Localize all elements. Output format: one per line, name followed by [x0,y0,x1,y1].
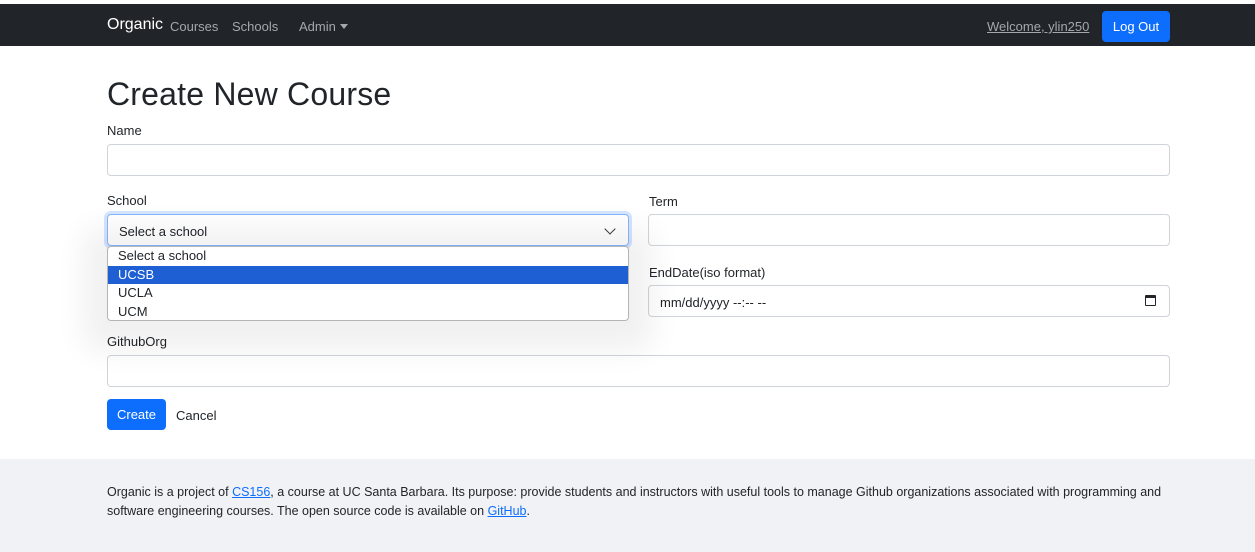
name-label: Name [107,123,142,138]
school-option-highlighted[interactable]: UCSB [108,265,628,284]
create-button[interactable]: Create [107,399,166,430]
nav-dropdown-admin[interactable]: Admin [299,19,348,34]
school-label: School [107,193,147,208]
chevron-down-icon [604,223,616,235]
cs156-link[interactable]: CS156 [232,485,270,499]
githuborg-label: GithubOrg [107,334,167,349]
enddate-placeholder: mm/dd/yyyy --:-- -- [660,295,767,310]
nav-link-courses[interactable]: Courses [170,19,218,34]
nav-admin-label: Admin [299,19,336,34]
term-label: Term [649,194,678,209]
school-option[interactable]: Select a school [108,247,628,266]
footer: Organic is a project of CS156, a course … [0,459,1255,552]
nav-link-schools[interactable]: Schools [232,19,278,34]
brand-link[interactable]: Organic [107,16,163,34]
enddate-input[interactable]: mm/dd/yyyy --:-- -- [648,285,1170,317]
github-link[interactable]: GitHub [488,504,527,518]
caret-down-icon [339,24,348,29]
footer-text: Organic is a project of CS156, a course … [107,483,1167,521]
enddate-label: EndDate(iso format) [649,265,766,280]
school-select[interactable]: Select a school [107,214,629,246]
school-dropdown-list: Select a school UCSB UCLA UCM [107,246,629,321]
school-select-value: Select a school [119,224,208,239]
footer-text-part1: Organic is a project of [107,485,233,499]
cancel-button[interactable]: Cancel [176,408,216,423]
page-title: Create New Course [107,76,392,112]
logout-button[interactable]: Log Out [1102,11,1170,42]
name-input[interactable] [107,144,1170,176]
school-option[interactable]: UCLA [108,284,628,303]
term-input[interactable] [648,214,1170,246]
welcome-user-link[interactable]: Welcome, ylin250 [987,19,1089,34]
school-option[interactable]: UCM [108,303,628,321]
footer-text-part3: . [526,504,530,518]
navbar: Organic Courses Schools Admin Welcome, y… [0,4,1255,46]
githuborg-input[interactable] [107,355,1170,387]
calendar-icon[interactable] [1145,295,1156,306]
